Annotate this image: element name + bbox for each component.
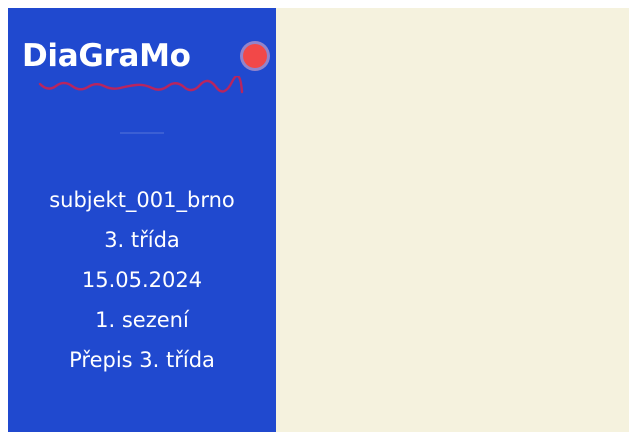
session-info: subjekt_001_brno 3. třída 15.05.2024 1. … [8, 180, 276, 380]
subject-id: subjekt_001_brno [49, 188, 235, 212]
recording-dot-icon [243, 44, 267, 68]
transcript-link[interactable]: Přepis 3. třída [8, 340, 276, 380]
class-label: 3. třída [104, 228, 180, 252]
session-date: 15.05.2024 [81, 268, 203, 292]
app-window: DiaGraMo subjekt_001_brno 3. třída 15.05… [8, 8, 629, 432]
wave-icon [38, 76, 244, 94]
app-logo[interactable]: DiaGraMo [22, 36, 272, 106]
sidebar-divider [120, 132, 164, 134]
sidebar: DiaGraMo subjekt_001_brno 3. třída 15.05… [8, 8, 276, 432]
logo-text: DiaGraMo [22, 38, 191, 74]
main-content-area [276, 8, 629, 432]
session-number: 1. sezení [95, 308, 189, 332]
